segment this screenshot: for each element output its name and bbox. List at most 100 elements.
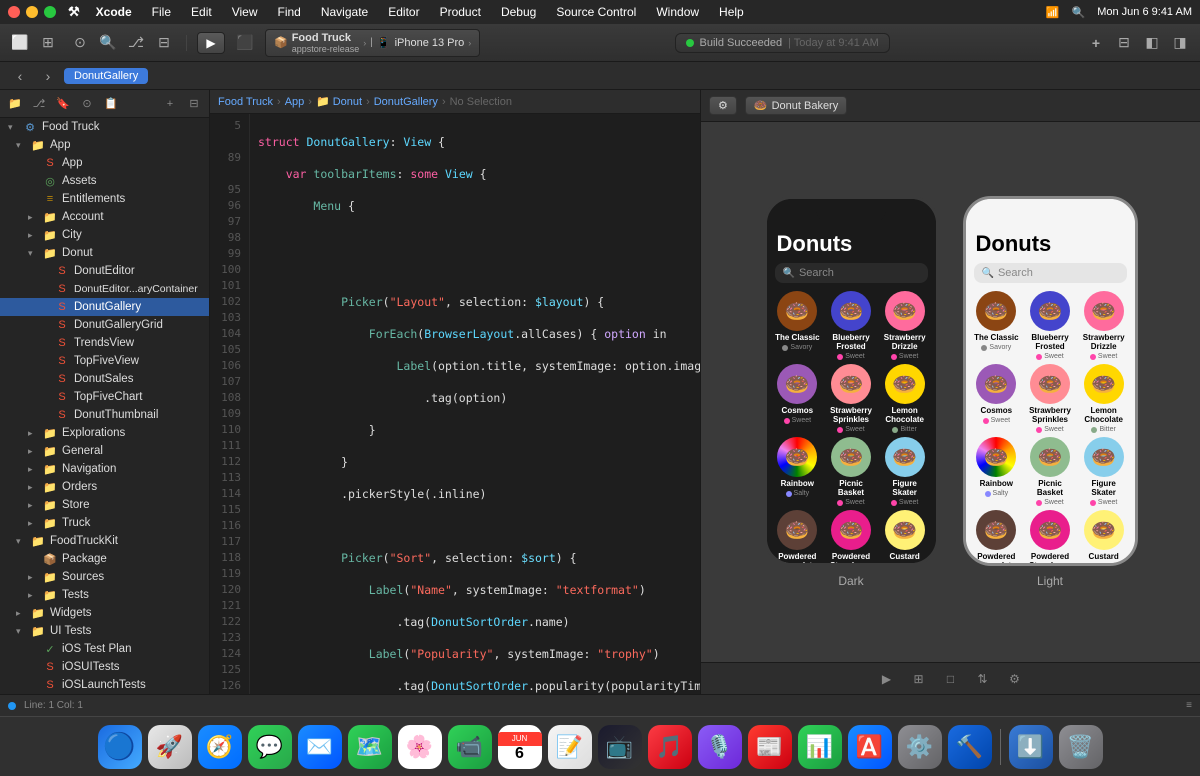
tree-entitlements[interactable]: ≡ Entitlements: [0, 190, 209, 208]
donut-item[interactable]: 🍩 Blueberry Frosted Sweet: [1025, 291, 1075, 360]
dock-sysprefs[interactable]: ⚙️: [898, 725, 942, 769]
tree-donut-sales[interactable]: S DonutSales: [0, 370, 209, 388]
filter-btn[interactable]: ⊟: [152, 31, 176, 55]
donut-bakery-btn[interactable]: 🍩 Donut Bakery: [745, 96, 847, 115]
menu-help[interactable]: Help: [715, 5, 748, 19]
search-icon[interactable]: 🔍: [1072, 6, 1086, 19]
split-view-btn[interactable]: ⊟: [1112, 31, 1136, 55]
dock-downloads[interactable]: ⬇️: [1009, 725, 1053, 769]
tree-donut-editor[interactable]: S DonutEditor: [0, 262, 209, 280]
tree-assets[interactable]: ◎ Assets: [0, 172, 209, 190]
tree-top-five[interactable]: S TopFiveView: [0, 352, 209, 370]
layout-btn[interactable]: ⊞: [36, 31, 60, 55]
donut-item[interactable]: 🍩 Lemon Chocolate Bitter: [1079, 364, 1129, 433]
tree-app-swift[interactable]: S App: [0, 154, 209, 172]
donut-item[interactable]: 🍩 Lemon Chocolate Bitter: [880, 364, 930, 433]
dock-appstore[interactable]: 🅰️: [848, 725, 892, 769]
add-editor-btn[interactable]: +: [1084, 31, 1108, 55]
minimize-button[interactable]: [26, 6, 38, 18]
breadcrumb-donutgallery[interactable]: DonutGallery: [374, 96, 438, 108]
scheme-selector[interactable]: 📦 Food Truck appstore-release › | 📱 iPho…: [265, 29, 480, 57]
sidebar-report-btn[interactable]: 📋: [100, 93, 122, 115]
tree-explorations[interactable]: ▸ 📁 Explorations: [0, 424, 209, 442]
dock-calendar[interactable]: JUN6: [498, 725, 542, 769]
stop-button[interactable]: ⬛: [233, 31, 257, 55]
breadcrumb-donut-folder[interactable]: 📁 Donut: [316, 95, 362, 108]
dock-trash[interactable]: 🗑️: [1059, 725, 1103, 769]
dock-tv[interactable]: 📺: [598, 725, 642, 769]
vcs-btn[interactable]: ⎇: [124, 31, 148, 55]
dock-reminders[interactable]: 📝: [548, 725, 592, 769]
donut-item[interactable]: 🍩 Cosmos Sweet: [773, 364, 823, 433]
tree-ios-test-plan[interactable]: ✓ iOS Test Plan: [0, 640, 209, 658]
tree-donut-gallery-grid[interactable]: S DonutGalleryGrid: [0, 316, 209, 334]
inspectors-toggle[interactable]: ◨: [1168, 31, 1192, 55]
donut-item[interactable]: 🍩 Cosmos Sweet: [972, 364, 1022, 433]
sidebar-add-btn[interactable]: +: [159, 93, 181, 115]
tree-ui-tests[interactable]: ▾ 📁 UI Tests: [0, 622, 209, 640]
tree-app-group[interactable]: ▾ 📁 App: [0, 136, 209, 154]
tree-package[interactable]: 📦 Package: [0, 550, 209, 568]
preview-settings-btn[interactable]: ⚙: [709, 96, 737, 115]
sidebar-vcs-btn[interactable]: ⎇: [28, 93, 50, 115]
dock-news[interactable]: 📰: [748, 725, 792, 769]
donut-item[interactable]: 🍩 Powdered Strawberry Sweet: [826, 510, 876, 563]
menu-editor[interactable]: Editor: [384, 5, 423, 19]
dock-messages[interactable]: 💬: [248, 725, 292, 769]
donut-item[interactable]: 🍩 Rainbow Salty: [773, 437, 823, 506]
preview-grid-btn[interactable]: ⊞: [907, 667, 931, 691]
donut-item[interactable]: 🍩 Rainbow Salty: [972, 437, 1022, 506]
tree-city[interactable]: ▸ 📁 City: [0, 226, 209, 244]
status-right-icon[interactable]: ≡: [1186, 700, 1192, 711]
dock-music[interactable]: 🎵: [648, 725, 692, 769]
preview-rotate-btn[interactable]: ⇅: [971, 667, 995, 691]
dock-safari[interactable]: 🧭: [198, 725, 242, 769]
tree-tests[interactable]: ▸ 📁 Tests: [0, 586, 209, 604]
sidebar-toggle-btn[interactable]: ⬜: [8, 31, 32, 55]
donut-item[interactable]: 🍩 Blueberry Frosted Sweet: [826, 291, 876, 360]
menu-product[interactable]: Product: [436, 5, 485, 19]
tree-top-five-chart[interactable]: S TopFiveChart: [0, 388, 209, 406]
breadcrumb-app[interactable]: App: [285, 96, 305, 108]
tree-donut-gallery[interactable]: S DonutGallery: [0, 298, 209, 316]
donut-item[interactable]: 🍩 Strawberry Drizzle Sweet: [1079, 291, 1129, 360]
tree-store[interactable]: ▸ 📁 Store: [0, 496, 209, 514]
donut-item[interactable]: 🍩 Picnic Basket Sweet: [1025, 437, 1075, 506]
donut-item[interactable]: 🍩 Figure Skater Sweet: [880, 437, 930, 506]
preview-play-btn[interactable]: ▶: [875, 667, 899, 691]
donut-item[interactable]: 🍩 Figure Skater Sweet: [1079, 437, 1129, 506]
menu-edit[interactable]: Edit: [187, 5, 216, 19]
close-button[interactable]: [8, 6, 20, 18]
sidebar-bookmark-btn[interactable]: 🔖: [52, 93, 74, 115]
run-button[interactable]: ▶: [197, 32, 225, 54]
tree-food-truck[interactable]: ▾ ⚙ Food Truck: [0, 118, 209, 136]
code-content[interactable]: 5 89 95 96 97 98 99 100 101 102 103 104 …: [210, 114, 700, 694]
donut-item[interactable]: 🍩 The Classic Savory: [972, 291, 1022, 360]
tree-general[interactable]: ▸ 📁 General: [0, 442, 209, 460]
search-bar-dark[interactable]: 🔍 Search: [775, 263, 928, 283]
menu-debug[interactable]: Debug: [497, 5, 540, 19]
tree-donut-thumbnail[interactable]: S DonutThumbnail: [0, 406, 209, 424]
menu-file[interactable]: File: [148, 5, 175, 19]
sidebar-breakpoint-btn[interactable]: ⊙: [76, 93, 98, 115]
menu-view[interactable]: View: [228, 5, 262, 19]
dock-numbers[interactable]: 📊: [798, 725, 842, 769]
donut-item[interactable]: 🍩 Strawberry Drizzle Sweet: [880, 291, 930, 360]
dock-facetime[interactable]: 📹: [448, 725, 492, 769]
dock-maps[interactable]: 🗺️: [348, 725, 392, 769]
donut-item[interactable]: 🍩 The Classic Savory: [773, 291, 823, 360]
tree-foodtruckkit[interactable]: ▾ 📁 FoodTruckKit: [0, 532, 209, 550]
breadcrumb-foodtruck[interactable]: Food Truck: [218, 96, 273, 108]
tree-donut[interactable]: ▾ 📁 Donut: [0, 244, 209, 262]
tree-ios-ui-tests[interactable]: S iOSUITests: [0, 658, 209, 676]
dock-photos[interactable]: 🌸: [398, 725, 442, 769]
sidebar-folder-btn[interactable]: 📁: [4, 93, 26, 115]
search-bar-light[interactable]: 🔍 Search: [974, 263, 1127, 283]
tree-sources[interactable]: ▸ 📁 Sources: [0, 568, 209, 586]
app-menu-item[interactable]: ⚒: [68, 4, 80, 20]
menu-source-control[interactable]: Source Control: [552, 5, 640, 19]
maximize-button[interactable]: [44, 6, 56, 18]
tab-donutgallery[interactable]: DonutGallery: [64, 68, 148, 84]
dock-finder[interactable]: 🔵: [98, 725, 142, 769]
donut-item[interactable]: 🍩 Powdered Strawberry Sweet: [1025, 510, 1075, 563]
